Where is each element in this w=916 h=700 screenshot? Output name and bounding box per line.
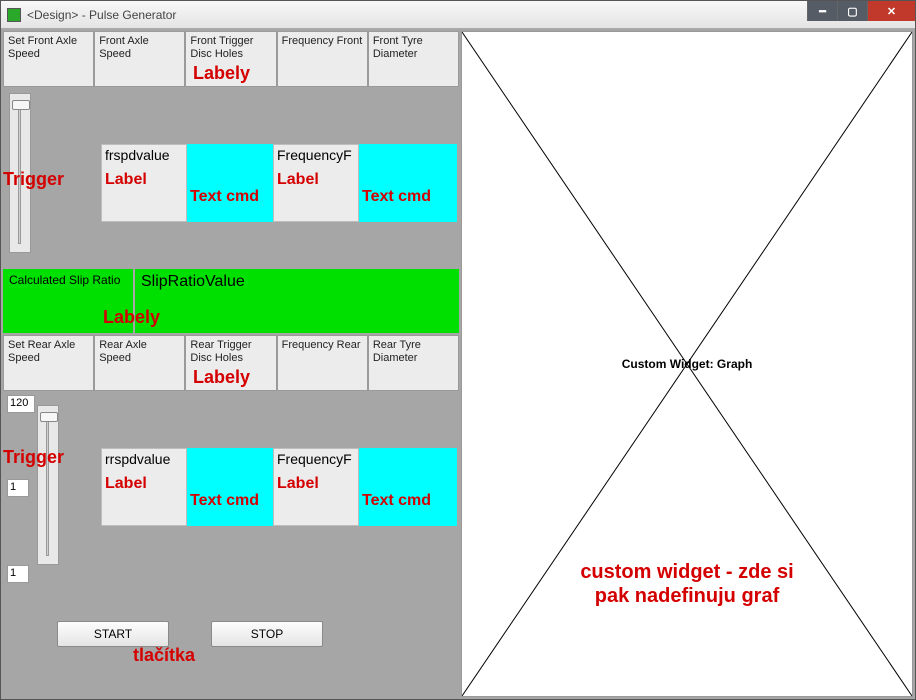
front-frequency-block: FrequencyF Label (273, 144, 359, 222)
annotation-label: Label (277, 475, 355, 493)
rear-axle-area: 120 1 1 Trigger rrspdvalue Label Text cm… (3, 393, 459, 613)
rear-num-mid[interactable]: 1 (7, 479, 29, 497)
rear-frequency-header: Frequency Rear (277, 335, 368, 391)
start-button[interactable]: START (57, 621, 169, 647)
front-textcmd-2[interactable]: Text cmd (359, 144, 457, 222)
slip-ratio-label: Calculated Slip Ratio (3, 269, 133, 333)
window-controls: ━ ▢ ✕ (807, 1, 915, 21)
rear-speed-value-block: rrspdvalue Label (101, 448, 187, 526)
front-textcmd-1-label: Text cmd (190, 188, 270, 206)
front-speed-value-label: frspdvalue (105, 147, 170, 163)
annotation-label: Label (105, 475, 183, 493)
front-textcmd-1[interactable]: Text cmd (187, 144, 273, 222)
rear-textcmd-2[interactable]: Text cmd (359, 448, 457, 526)
stop-button[interactable]: STOP (211, 621, 323, 647)
rear-textcmd-1[interactable]: Text cmd (187, 448, 273, 526)
rear-set-speed-header: Set Rear Axle Speed (3, 335, 94, 391)
rear-textcmd-1-label: Text cmd (190, 492, 270, 510)
rear-header-row: Set Rear Axle Speed Rear Axle Speed Rear… (3, 335, 459, 391)
rear-textcmd-2-label: Text cmd (362, 492, 454, 510)
rear-trigger-holes-header: Rear Trigger Disc Holes (185, 335, 276, 391)
front-speed-slider[interactable] (9, 93, 31, 253)
front-header-row: Set Front Axle Speed Front Axle Speed Fr… (3, 31, 459, 87)
front-speed-value-block: frspdvalue Label (101, 144, 187, 222)
rear-num-top[interactable]: 120 (7, 395, 35, 413)
app-window: <Design> - Pulse Generator ━ ▢ ✕ Set Fro… (0, 0, 916, 700)
rear-speed-value-label: rrspdvalue (105, 451, 170, 467)
button-row: START STOP tlačítka (3, 615, 459, 661)
graph-widget[interactable]: Custom Widget: Graph custom widget - zde… (461, 31, 913, 697)
graph-placeholder-label: Custom Widget: Graph (622, 357, 753, 371)
front-frequency-header: Frequency Front (277, 31, 368, 87)
rear-axle-speed-header: Rear Axle Speed (94, 335, 185, 391)
titlebar: <Design> - Pulse Generator ━ ▢ ✕ (1, 1, 915, 29)
maximize-button[interactable]: ▢ (837, 1, 867, 21)
front-frequency-label: FrequencyF (277, 147, 352, 163)
rear-frequency-label: FrequencyF (277, 451, 352, 467)
front-axle-area: Trigger frspdvalue Label Text cmd Freque… (3, 89, 459, 267)
annotation-custom-widget: custom widget - zde si pak nadefinuju gr… (462, 560, 912, 608)
front-trigger-holes-header: Front Trigger Disc Holes (185, 31, 276, 87)
front-textcmd-2-label: Text cmd (362, 188, 454, 206)
rear-speed-slider[interactable] (37, 405, 59, 565)
window-title: <Design> - Pulse Generator (27, 8, 176, 22)
rear-num-bot[interactable]: 1 (7, 565, 29, 583)
close-button[interactable]: ✕ (867, 1, 915, 21)
front-set-speed-header: Set Front Axle Speed (3, 31, 94, 87)
front-tyre-diameter-header: Front Tyre Diameter (368, 31, 459, 87)
rear-tyre-diameter-header: Rear Tyre Diameter (368, 335, 459, 391)
left-panel: Set Front Axle Speed Front Axle Speed Fr… (3, 31, 459, 697)
slip-ratio-value: SlipRatioValue (135, 269, 459, 333)
minimize-button[interactable]: ━ (807, 1, 837, 21)
annotation-label: Label (105, 171, 183, 189)
annotation-tlacitka: tlačítka (133, 645, 195, 666)
rear-frequency-block: FrequencyF Label (273, 448, 359, 526)
front-axle-speed-header: Front Axle Speed (94, 31, 185, 87)
annotation-label: Label (277, 171, 355, 189)
slip-row: Calculated Slip Ratio SlipRatioValue Lab… (3, 269, 459, 333)
app-icon (7, 8, 21, 22)
client-area: Set Front Axle Speed Front Axle Speed Fr… (1, 29, 915, 699)
